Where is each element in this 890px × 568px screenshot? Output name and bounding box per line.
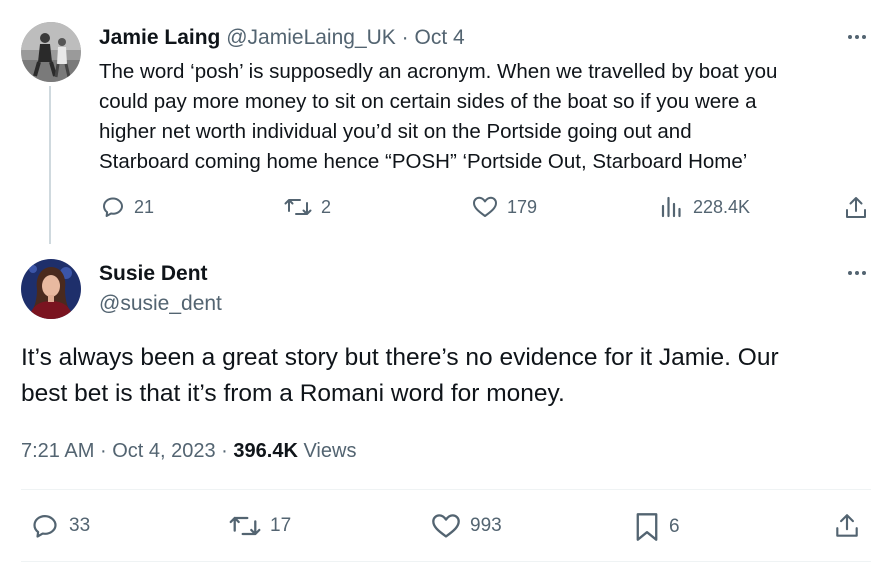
more-horizontal-icon[interactable] [845, 261, 869, 285]
parent-reply-count: 21 [134, 196, 155, 217]
parent-views-count: 228.4K [693, 196, 751, 217]
reply-date[interactable]: Oct 4, 2023 [112, 440, 215, 462]
reply-icon [101, 195, 125, 219]
parent-views-button[interactable]: 228.4K [660, 195, 750, 219]
heart-icon [431, 512, 461, 540]
header-separator: · [401, 26, 409, 49]
parent-text-line: higher net worth individual you’d sit on… [99, 120, 692, 143]
parent-share-button[interactable] [844, 195, 868, 221]
parent-text-line: could pay more money to sit on certain s… [99, 90, 757, 113]
reply-tweet-text: It’s always been a great story but there… [21, 340, 871, 412]
meta-separator: · [99, 440, 107, 462]
reply-meta: 7:21 AM · Oct 4, 2023 · 396.4K Views [21, 437, 356, 465]
reply-views-label: Views [303, 440, 357, 462]
reply-like-button[interactable]: 993 [431, 512, 502, 540]
divider [21, 489, 871, 490]
share-icon [834, 512, 860, 540]
parent-repost-count: 2 [321, 196, 332, 217]
reply-bookmark-button[interactable]: 6 [634, 512, 680, 542]
divider [21, 561, 871, 562]
reply-author-name[interactable]: Susie Dent [99, 260, 208, 288]
share-icon [844, 195, 868, 221]
parent-author-name[interactable]: Jamie Laing [99, 26, 220, 49]
reply-views-count: 396.4K [233, 440, 298, 462]
reply-author-handle[interactable]: @susie_dent [99, 290, 222, 318]
reply-icon [30, 512, 60, 540]
analytics-icon [660, 195, 684, 219]
reply-text-line: best bet is that it’s from a Romani word… [21, 380, 565, 407]
heart-icon [472, 195, 498, 219]
reply-repost-count: 17 [270, 515, 292, 536]
reply-time[interactable]: 7:21 AM [21, 440, 94, 462]
meta-separator: · [221, 440, 228, 462]
reply-reply-button[interactable]: 33 [30, 512, 90, 540]
jamie-laing-avatar[interactable] [21, 22, 81, 82]
parent-tweet-header: Jamie Laing @JamieLaing_UK · Oct 4 [99, 24, 465, 52]
susie-dent-avatar[interactable] [21, 259, 81, 319]
parent-text-line: The word ‘posh’ is supposedly an acronym… [99, 60, 778, 83]
parent-reply-button[interactable]: 21 [101, 195, 154, 219]
parent-author-handle[interactable]: @JamieLaing_UK [226, 26, 396, 49]
parent-like-count: 179 [507, 196, 538, 217]
parent-tweet-date[interactable]: Oct 4 [415, 26, 465, 49]
thread-connector-line [49, 86, 51, 244]
parent-repost-button[interactable]: 2 [284, 195, 331, 219]
parent-like-button[interactable]: 179 [472, 195, 537, 219]
reply-reply-count: 33 [69, 515, 91, 536]
parent-text-line: Starboard coming home hence “POSH” ‘Port… [99, 150, 748, 173]
repost-icon [284, 195, 312, 219]
bookmark-icon [634, 512, 660, 542]
parent-tweet-text: The word ‘posh’ is supposedly an acronym… [99, 57, 874, 177]
reply-share-button[interactable] [834, 512, 860, 540]
more-horizontal-icon[interactable] [845, 25, 869, 49]
reply-text-line: It’s always been a great story but there… [21, 344, 779, 371]
reply-bookmark-count: 6 [669, 516, 680, 537]
reply-repost-button[interactable]: 17 [229, 512, 291, 540]
reply-like-count: 993 [470, 515, 502, 536]
repost-icon [229, 512, 261, 540]
